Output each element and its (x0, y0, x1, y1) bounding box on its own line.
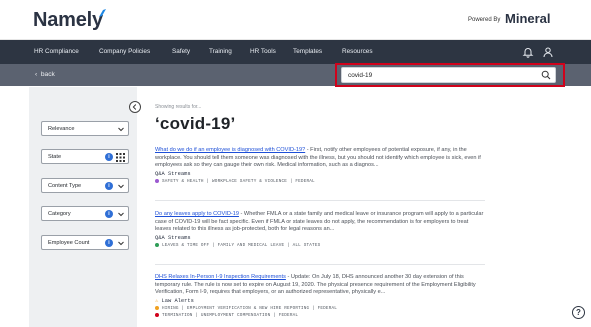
category-filter[interactable]: Category i (41, 206, 129, 221)
result-source-text: Law Alerts (161, 297, 194, 304)
user-icon[interactable] (542, 46, 554, 58)
result-title-link[interactable]: Do any leaves apply to COVID-19 (155, 211, 239, 217)
category-dot-icon (155, 242, 159, 247)
nav-item-training[interactable]: Training (209, 48, 232, 55)
content-type-filter[interactable]: Content Type i (41, 178, 129, 193)
category-dot-icon (155, 178, 159, 183)
warning-icon: ⚠ (155, 297, 159, 304)
main-nav: HR Compliance Company Policies Safety Tr… (0, 40, 591, 64)
chevron-down-icon (118, 184, 124, 189)
result-divider (155, 264, 485, 265)
bell-icon[interactable] (522, 46, 534, 58)
top-header: Namely Powered By Mineral (0, 0, 591, 40)
search-result: DHS Relaxes In-Person I-9 Inspection Req… (155, 274, 485, 318)
nav-item-company-policies[interactable]: Company Policies (99, 48, 150, 55)
info-icon[interactable]: i (105, 239, 113, 247)
result-source: ⚠ Law Alerts (155, 298, 485, 304)
category-dot-icon (155, 312, 159, 317)
namely-logo[interactable]: Namely (33, 9, 103, 32)
relevance-sort-select[interactable]: Relevance (41, 121, 129, 136)
nav-item-resources[interactable]: Resources (342, 48, 373, 55)
category-dot-icon (155, 305, 159, 310)
result-tags-text: TERMINATION | UNEMPLOYMENT COMPENSATION … (162, 313, 299, 319)
info-icon[interactable]: i (105, 182, 113, 190)
state-filter[interactable]: State i (41, 149, 129, 164)
search-result: What do we do if an employee is diagnose… (155, 147, 485, 184)
result-tags: TERMINATION | UNEMPLOYMENT COMPENSATION … (155, 312, 485, 319)
mineral-logo: Mineral (505, 11, 551, 26)
result-title-link[interactable]: DHS Relaxes In-Person I-9 Inspection Req… (155, 274, 286, 280)
back-link[interactable]: ‹ back (35, 71, 55, 78)
result-tags: LEAVES & TIME OFF | FAMILY AND MEDICAL L… (155, 242, 485, 248)
result-tags-text: LEAVES & TIME OFF | FAMILY AND MEDICAL L… (162, 242, 321, 248)
nav-item-hr-compliance[interactable]: HR Compliance (34, 48, 79, 55)
nav-item-safety[interactable]: Safety (172, 48, 190, 55)
result-summary: What do we do if an employee is diagnose… (155, 147, 485, 170)
info-icon[interactable]: i (105, 210, 113, 218)
nav-item-hr-tools[interactable]: HR Tools (250, 48, 276, 55)
chevron-down-icon (118, 241, 124, 246)
search-input[interactable] (341, 67, 556, 83)
filter-label: Employee Count (48, 240, 90, 246)
result-divider (155, 200, 485, 201)
result-tags-text: SAFETY & HEALTH | WORKPLACE SAFETY & VIO… (162, 178, 315, 184)
filter-label: Content Type (48, 183, 82, 189)
filter-label: State (48, 154, 62, 160)
result-tags-text: HIRING | EMPLOYMENT VERIFICATION & NEW H… (162, 305, 338, 311)
back-label: back (40, 71, 55, 78)
result-tags: HIRING | EMPLOYMENT VERIFICATION & NEW H… (155, 305, 485, 311)
info-icon[interactable]: i (105, 153, 113, 161)
filter-label: Relevance (48, 126, 75, 132)
search-icon[interactable] (541, 70, 551, 80)
search-result: Do any leaves apply to COVID-19 - Whethe… (155, 211, 485, 248)
nav-item-templates[interactable]: Templates (293, 48, 322, 55)
chevron-down-icon (118, 212, 124, 217)
result-summary: Do any leaves apply to COVID-19 - Whethe… (155, 211, 485, 234)
filter-label: Category (48, 211, 71, 217)
result-tags: SAFETY & HEALTH | WORKPLACE SAFETY & VIO… (155, 178, 485, 184)
grid-icon[interactable] (116, 153, 125, 162)
logo-mark-icon (99, 9, 106, 17)
showing-results-label: Showing results for... (155, 104, 202, 110)
result-title-link[interactable]: What do we do if an employee is diagnose… (155, 147, 305, 153)
result-source: Q&A Streams (155, 170, 191, 177)
result-summary: DHS Relaxes In-Person I-9 Inspection Req… (155, 274, 485, 297)
help-button[interactable]: ? (572, 306, 585, 319)
chevron-left-icon: ‹ (35, 71, 38, 78)
search-query-title: ‘covid-19’ (155, 114, 236, 133)
collapse-sidebar-icon[interactable] (129, 101, 141, 113)
employee-count-filter[interactable]: Employee Count i (41, 235, 129, 250)
powered-by-label: Powered By (468, 17, 501, 23)
result-source: Q&A Streams (155, 234, 191, 241)
chevron-down-icon (118, 127, 124, 132)
